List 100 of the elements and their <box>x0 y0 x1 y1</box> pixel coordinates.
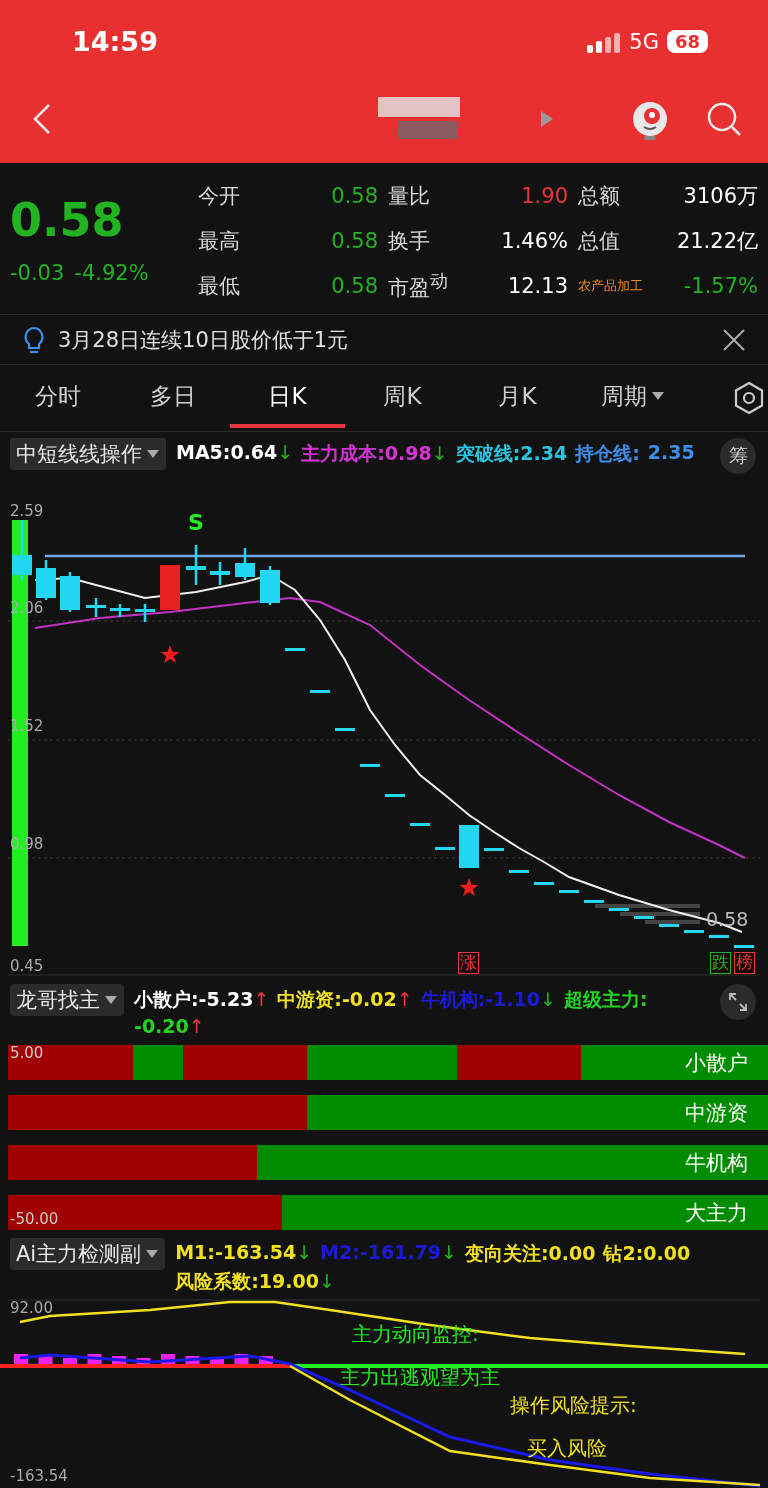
quote-label: 总额 <box>578 182 620 210</box>
candle <box>110 604 130 617</box>
candle <box>734 945 754 948</box>
candle <box>285 648 305 651</box>
notice-text: 3月28日连续10日股价低于1元 <box>58 326 350 354</box>
network-type: 5G <box>629 29 659 54</box>
candle <box>709 935 729 938</box>
quote-value: 1.90 <box>521 183 568 208</box>
quote-value: 3106万 <box>683 182 758 210</box>
settings-icon[interactable] <box>732 381 766 415</box>
chart-marker[interactable]: 榜 <box>734 952 755 974</box>
candle <box>410 823 430 826</box>
quote-value: 1.46% <box>501 228 568 253</box>
indicator-value: 钻2:0.00 <box>603 1241 691 1266</box>
indicator-value: MA5:0.64↓ <box>176 441 294 465</box>
axis-label: 2.59 <box>9 503 45 520</box>
axis-label: -50.00 <box>10 1211 59 1228</box>
quote-value: 0.58 <box>331 183 378 208</box>
quote-value: -1.57% <box>683 273 758 298</box>
quote-label: 最低 <box>198 272 240 300</box>
candle <box>584 900 604 903</box>
candle <box>534 882 554 885</box>
axis-label: -163.54 <box>10 1468 68 1485</box>
force-bar: 牛机构 <box>8 1145 768 1180</box>
caret-icon <box>650 391 665 401</box>
axis-label: 2.06 <box>9 600 45 617</box>
candle <box>12 520 32 580</box>
histogram-bar <box>259 1356 273 1366</box>
chart-marker[interactable]: 跌 <box>710 952 731 974</box>
quote-label: 今开 <box>198 182 240 210</box>
indicator-value: 超级主力: <box>563 987 648 1012</box>
candle <box>210 562 230 585</box>
chart-annotation: 操作风险提示: <box>510 1394 637 1416</box>
close-icon[interactable] <box>722 327 746 352</box>
candle <box>260 566 280 605</box>
period-tab[interactable]: 多日 <box>115 368 230 428</box>
histogram-bar <box>38 1356 53 1366</box>
indicator-dropdown[interactable]: 中短线线操作 <box>10 438 166 470</box>
axis-label: 92.00 <box>10 1300 53 1317</box>
indicator-value: 中游资:-0.02↑ <box>277 987 413 1012</box>
axis-label: 0.45 <box>9 958 45 975</box>
battery-level: 68 <box>666 30 708 53</box>
indicator-value: M1:-163.54↓ <box>175 1241 313 1265</box>
current-price: 0.58 <box>10 193 125 247</box>
sell-signal: S <box>188 511 204 536</box>
candle <box>659 924 679 927</box>
caret-icon <box>146 449 160 459</box>
candle <box>135 604 155 622</box>
candle <box>36 560 56 600</box>
price-change: -0.03 <box>10 261 65 285</box>
indicator-dropdown[interactable]: 龙哥找主 <box>10 984 124 1016</box>
quote-label: 量比 <box>388 182 430 210</box>
candle <box>186 545 206 585</box>
last-price-label: 0.58 <box>706 909 749 930</box>
indicator-value: -0.20↑ <box>134 1015 205 1037</box>
period-tab[interactable]: 周K <box>345 368 460 428</box>
quote-value: 0.58 <box>331 228 378 253</box>
candle <box>360 764 380 767</box>
candle <box>684 930 704 933</box>
price-change-percent: -4.92% <box>74 261 149 285</box>
period-tab[interactable]: 周期 <box>575 368 690 428</box>
candle <box>160 565 180 610</box>
quote-label: 市盈$^{动}$ <box>388 270 448 302</box>
period-tab[interactable]: 分时 <box>0 368 115 428</box>
expand-button[interactable] <box>720 984 756 1020</box>
indicator-dropdown[interactable]: Ai主力检测副 <box>10 1238 166 1270</box>
candle <box>385 794 405 797</box>
histogram-bar <box>63 1358 77 1366</box>
candle <box>484 848 504 851</box>
back-icon[interactable] <box>32 103 52 135</box>
quote-label: 总值 <box>578 227 620 255</box>
quote-value: 0.58 <box>331 273 378 298</box>
candle <box>86 598 106 617</box>
candle <box>459 825 479 868</box>
axis-label: 0.98 <box>9 836 45 853</box>
indicator-value: 持仓线: <box>575 441 640 466</box>
chip-button[interactable]: 筹 <box>720 438 756 474</box>
chart-annotation: 买入风险 <box>527 1437 607 1459</box>
caret-icon <box>104 995 118 1005</box>
candle <box>634 916 654 919</box>
candle <box>559 890 579 893</box>
chart-annotation: 主力动向监控: <box>352 1323 479 1345</box>
quote-value: 21.22亿 <box>676 227 758 255</box>
candle <box>335 728 355 731</box>
status-time: 14:59 <box>72 26 158 57</box>
lightbulb-icon <box>22 325 46 354</box>
chart-marker[interactable]: 涨 <box>458 952 479 974</box>
candle <box>310 690 330 693</box>
search-icon[interactable] <box>706 101 742 137</box>
candle <box>235 548 255 580</box>
signal-icon <box>587 30 622 53</box>
force-bar: 中游资 <box>8 1095 768 1130</box>
period-tab[interactable]: 月K <box>460 368 575 428</box>
indicator-value: 2.35 <box>647 441 695 465</box>
chip-bar <box>645 920 700 924</box>
indicator-value: 小散户:-5.23↑ <box>134 987 270 1012</box>
caret-icon <box>145 1249 160 1259</box>
indicator-value: 变向关注:0.00 <box>464 1241 596 1266</box>
indicator-value: 突破线:2.34 <box>455 441 568 466</box>
period-tab[interactable]: 日K <box>230 368 345 428</box>
